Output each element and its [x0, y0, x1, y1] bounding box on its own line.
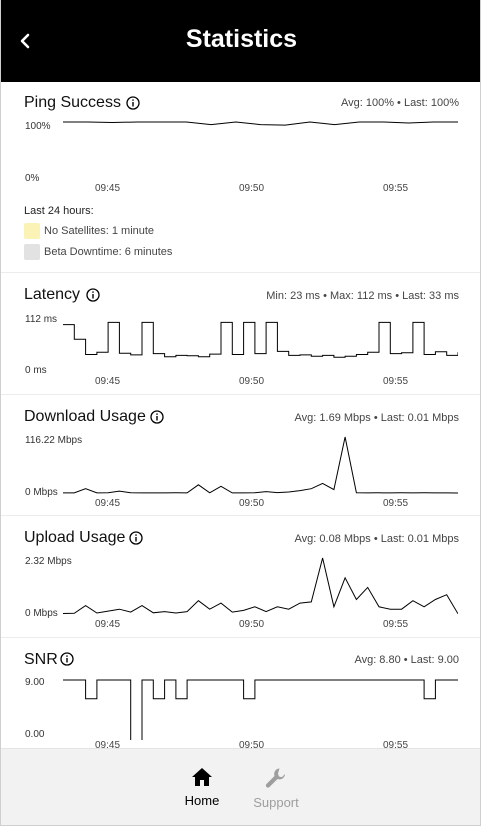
- snr-chart[interactable]: [63, 676, 458, 740]
- info-icon[interactable]: [126, 96, 140, 110]
- download-usage-chart[interactable]: [63, 433, 458, 497]
- y-axis-min: 0.00: [25, 729, 45, 740]
- download-usage-card: Download Usage Avg: 1.69 Mbps • Last: 0.…: [1, 395, 480, 516]
- series-line: [63, 121, 458, 126]
- top-bar: Statistics: [1, 0, 480, 82]
- series-line: [63, 679, 458, 740]
- x-tick-label: 09:45: [95, 183, 121, 194]
- card-title: Download Usage: [24, 408, 146, 425]
- x-tick-label: 09:50: [239, 376, 265, 387]
- series-line: [63, 436, 458, 494]
- stats-summary: Avg: 1.69 Mbps • Last: 0.01 Mbps: [294, 412, 459, 424]
- nav-label: Support: [253, 795, 299, 810]
- x-tick-label: 09:55: [383, 498, 409, 509]
- info-icon[interactable]: [60, 652, 74, 666]
- stats-summary: Min: 23 ms • Max: 112 ms • Last: 33 ms: [266, 290, 459, 302]
- card-title: Upload Usage: [24, 529, 126, 546]
- nav-home[interactable]: Home: [162, 767, 242, 808]
- x-tick-label: 09:55: [383, 740, 409, 748]
- ping-success-chart[interactable]: [63, 114, 458, 184]
- y-axis-min: 0 Mbps: [25, 487, 58, 498]
- x-tick-label: 09:45: [95, 376, 121, 387]
- series-line: [63, 557, 458, 615]
- upload-usage-chart[interactable]: [63, 554, 458, 618]
- legend-label: Beta Downtime: 6 minutes: [44, 246, 173, 258]
- x-tick-label: 09:50: [239, 619, 265, 630]
- nav-label: Home: [184, 793, 220, 808]
- info-icon[interactable]: [150, 410, 164, 424]
- latency-card: Latency Min: 23 ms • Max: 112 ms • Last:…: [1, 273, 480, 395]
- latency-chart[interactable]: [63, 313, 458, 373]
- info-icon[interactable]: [86, 288, 100, 302]
- home-icon: [192, 768, 212, 786]
- legend-swatch: [24, 223, 40, 239]
- y-axis-max: 100%: [25, 121, 51, 132]
- card-title: SNR: [24, 651, 58, 668]
- legend-swatch: [24, 244, 40, 260]
- x-tick-label: 09:55: [383, 183, 409, 194]
- page-title: Statistics: [185, 25, 298, 53]
- x-tick-label: 09:50: [239, 740, 265, 748]
- ping-success-card: Ping Success Avg: 100% • Last: 100% 100%…: [1, 82, 480, 273]
- info-icon[interactable]: [129, 531, 143, 545]
- y-axis-min: 0 ms: [25, 365, 47, 376]
- series-line: [63, 321, 458, 358]
- y-axis-min: 0%: [25, 173, 40, 184]
- upload-usage-card: Upload Usage Avg: 0.08 Mbps • Last: 0.01…: [1, 516, 480, 638]
- snr-card: SNR Avg: 8.80 • Last: 9.00 9.00 0.00 09:…: [1, 638, 480, 748]
- card-title: Latency: [24, 286, 81, 303]
- wrench-icon: [265, 768, 285, 788]
- legend-title: Last 24 hours:: [24, 205, 94, 217]
- x-tick-label: 09:55: [383, 619, 409, 630]
- x-tick-label: 09:55: [383, 376, 409, 387]
- stats-summary: Avg: 8.80 • Last: 9.00: [354, 654, 459, 666]
- stats-scroll-area[interactable]: Ping Success Avg: 100% • Last: 100% 100%…: [1, 82, 480, 748]
- x-tick-label: 09:45: [95, 498, 121, 509]
- legend-label: No Satellites: 1 minute: [44, 225, 155, 237]
- bottom-nav: Home Support: [1, 748, 480, 825]
- y-axis-min: 0 Mbps: [25, 608, 58, 619]
- nav-support[interactable]: Support: [236, 767, 316, 810]
- app-frame: Statistics Ping Success Avg: 100% • Last…: [0, 0, 481, 826]
- stats-summary: Avg: 100% • Last: 100%: [340, 97, 459, 109]
- y-axis-max: 112 ms: [25, 314, 58, 325]
- y-axis-max: 9.00: [25, 677, 45, 688]
- card-title: Ping Success: [24, 94, 121, 111]
- x-tick-label: 09:45: [95, 619, 121, 630]
- x-tick-label: 09:50: [239, 498, 265, 509]
- x-tick-label: 09:50: [239, 183, 265, 194]
- stats-summary: Avg: 0.08 Mbps • Last: 0.01 Mbps: [294, 533, 459, 545]
- x-tick-label: 09:45: [95, 740, 121, 748]
